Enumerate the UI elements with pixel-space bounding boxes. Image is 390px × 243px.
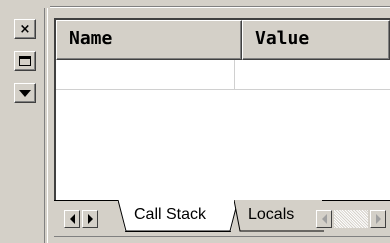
close-icon: × [19,21,31,37]
arrow-left-icon [321,214,327,224]
arrow-right-icon [87,214,93,224]
tab-scroll-right-button[interactable] [82,210,98,228]
tab-list-scroll-right-button[interactable] [370,210,386,228]
top-separator [0,6,390,8]
dropdown-arrow-icon [19,89,31,97]
tab-scroll-left-button[interactable] [64,210,80,228]
arrow-left-icon [69,214,75,224]
column-header-row: Name Value [56,20,390,60]
window-menu-button[interactable] [14,83,36,103]
restore-icon [19,56,31,66]
close-button[interactable]: × [14,19,36,39]
table-row[interactable] [56,60,390,90]
bottom-edge [54,236,390,243]
tab-call-stack[interactable]: Call Stack [118,200,238,232]
scrollbar-track[interactable] [334,210,368,228]
arrow-right-icon [375,214,381,224]
cell-divider [234,60,235,90]
column-header-name[interactable]: Name [56,20,242,60]
tab-list-scroll-left-button[interactable] [316,210,332,228]
restore-button[interactable] [14,51,36,71]
column-header-value[interactable]: Value [242,20,390,60]
docked-window-caption-bar: × [0,0,50,243]
tab-locals[interactable]: Locals [234,200,322,232]
tab-strip: Call Stack Locals [54,200,390,236]
